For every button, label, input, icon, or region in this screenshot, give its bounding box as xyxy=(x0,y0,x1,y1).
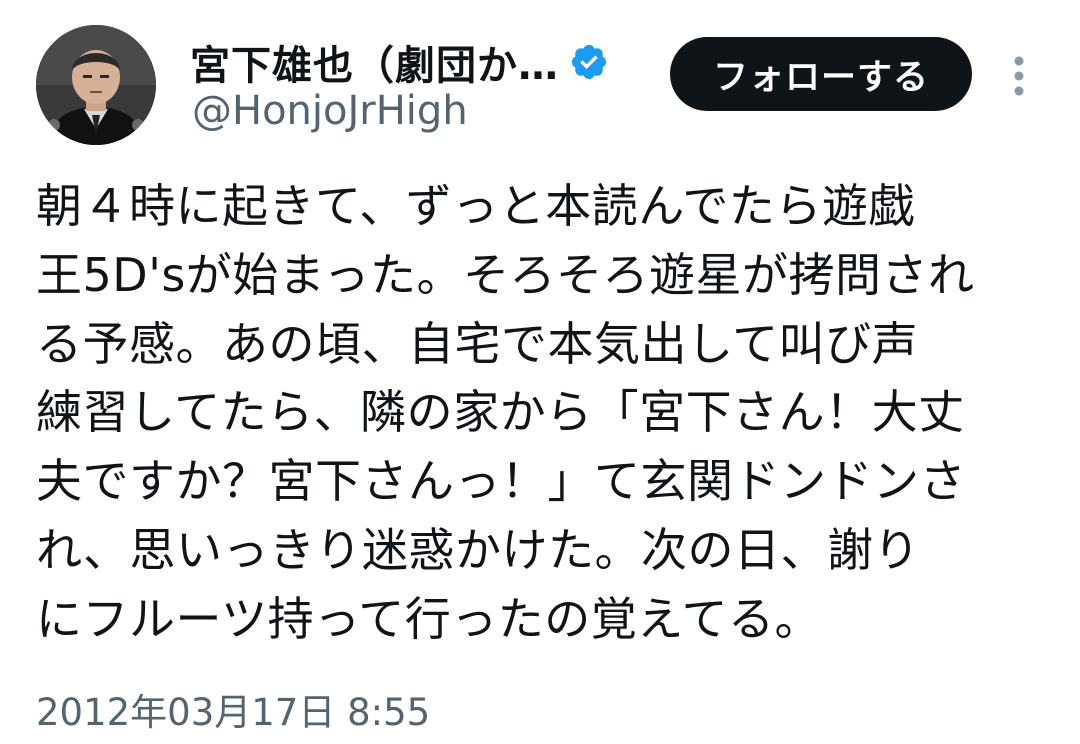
avatar[interactable] xyxy=(36,25,156,145)
more-options-icon[interactable] xyxy=(1004,52,1034,100)
author-name-row[interactable]: 宮下雄也（劇団か… xyxy=(190,34,609,90)
follow-button[interactable]: フォローする xyxy=(670,37,972,111)
avatar-image xyxy=(36,25,156,145)
tweet-timestamp[interactable]: 2012年03月17日 8:55 xyxy=(36,682,430,736)
verified-badge-icon xyxy=(571,44,607,80)
tweet-header: 宮下雄也（劇団か… @HonjoJrHigh フォローする xyxy=(0,0,1080,160)
display-name[interactable]: 宮下雄也（劇団か… xyxy=(190,33,559,91)
tweet-text: 朝４時に起きて、ずっと本読んでたら遊戯 王5D'sが始まった。そろそろ遊星が拷問… xyxy=(36,179,975,646)
author-handle[interactable]: @HonjoJrHigh xyxy=(192,88,468,134)
